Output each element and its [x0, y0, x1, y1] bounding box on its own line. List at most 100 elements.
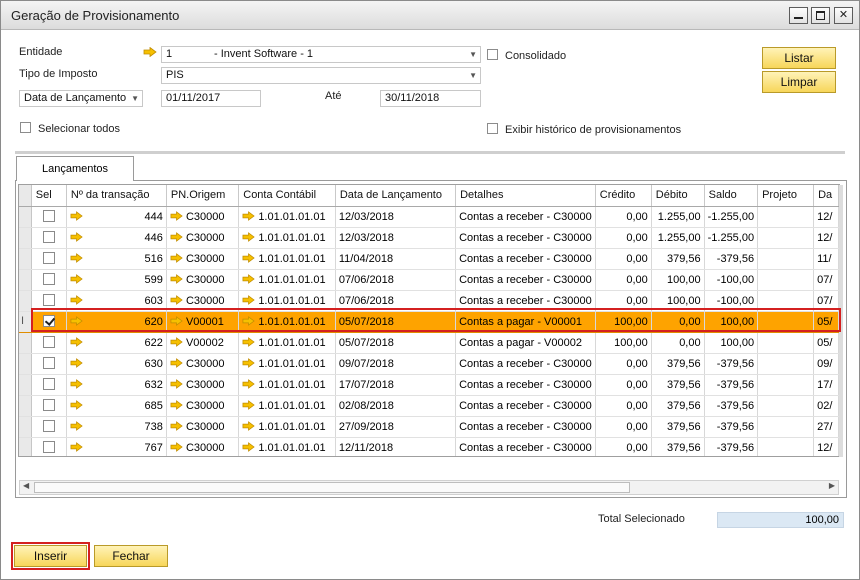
- arrow-right-icon[interactable]: [70, 337, 83, 347]
- chevron-down-icon[interactable]: ▼: [131, 91, 139, 106]
- row-header[interactable]: [19, 332, 32, 354]
- sel-cell[interactable]: [31, 227, 67, 249]
- arrow-right-icon[interactable]: [70, 358, 83, 368]
- row-checkbox[interactable]: [42, 210, 55, 222]
- row-checkbox[interactable]: [42, 336, 55, 348]
- sel-cell[interactable]: [31, 353, 67, 375]
- column-header[interactable]: Detalhes: [455, 185, 596, 207]
- fechar-button[interactable]: Fechar: [94, 545, 168, 567]
- arrow-right-icon[interactable]: [242, 211, 255, 221]
- column-header[interactable]: Conta Contábil: [238, 185, 336, 207]
- table-row[interactable]: 738 C30000 1.01.01.01.01 27/09/2018 Contas…: [19, 416, 839, 438]
- row-header[interactable]: [19, 437, 32, 456]
- table-row[interactable]: 632 C30000 1.01.01.01.01 17/07/2018 Contas…: [19, 374, 839, 396]
- table-row[interactable]: 516 C30000 1.01.01.01.01 11/04/2018 Contas…: [19, 248, 839, 270]
- arrow-right-icon[interactable]: [242, 358, 255, 368]
- arrow-right-icon[interactable]: [242, 421, 255, 431]
- row-checkbox[interactable]: [42, 273, 55, 285]
- consolidado-checkbox[interactable]: [487, 49, 498, 60]
- scrollbar-thumb[interactable]: [34, 482, 630, 493]
- row-checkbox[interactable]: [42, 441, 55, 453]
- date-from-field[interactable]: 01/11/2017: [161, 90, 261, 107]
- scroll-right-icon[interactable]: ▶: [829, 481, 835, 490]
- table-row[interactable]: 685 C30000 1.01.01.01.01 02/08/2018 Contas…: [19, 395, 839, 417]
- arrow-right-icon[interactable]: [70, 400, 83, 410]
- arrow-right-icon[interactable]: [70, 211, 83, 221]
- row-checkbox[interactable]: [42, 252, 55, 264]
- sel-cell[interactable]: [31, 395, 67, 417]
- selecionar-todos-checkbox[interactable]: [20, 122, 31, 133]
- sel-cell[interactable]: [31, 311, 67, 333]
- arrow-right-icon[interactable]: [242, 253, 255, 263]
- arrow-right-icon[interactable]: [170, 211, 183, 221]
- historico-checkbox[interactable]: [487, 123, 498, 134]
- column-header[interactable]: Data de Lançamento: [335, 185, 457, 207]
- sel-cell[interactable]: [31, 437, 67, 456]
- column-header[interactable]: Projeto: [757, 185, 815, 207]
- arrow-right-icon[interactable]: [170, 295, 183, 305]
- minimize-button[interactable]: [789, 7, 808, 24]
- row-header[interactable]: [19, 269, 32, 291]
- date-to-field[interactable]: 30/11/2018: [380, 90, 481, 107]
- row-header[interactable]: [19, 290, 32, 312]
- arrow-right-icon[interactable]: [170, 421, 183, 431]
- column-header[interactable]: Crédito: [595, 185, 652, 207]
- arrow-right-icon[interactable]: [70, 316, 83, 326]
- arrow-right-icon[interactable]: [170, 379, 183, 389]
- arrow-right-icon[interactable]: [70, 232, 83, 242]
- sel-cell[interactable]: [31, 248, 67, 270]
- arrow-right-icon[interactable]: [170, 232, 183, 242]
- limpar-button[interactable]: Limpar: [762, 71, 836, 93]
- arrow-right-icon[interactable]: [170, 337, 183, 347]
- chevron-down-icon[interactable]: ▼: [469, 47, 477, 62]
- table-row[interactable]: 603 C30000 1.01.01.01.01 07/06/2018 Contas…: [19, 290, 839, 312]
- arrow-right-icon[interactable]: [170, 358, 183, 368]
- column-header[interactable]: PN.Origem: [166, 185, 240, 207]
- inserir-button[interactable]: Inserir: [11, 542, 90, 570]
- scroll-left-icon[interactable]: ◀: [23, 481, 29, 490]
- row-checkbox[interactable]: [42, 420, 55, 432]
- column-header[interactable]: Saldo: [704, 185, 759, 207]
- row-header[interactable]: [19, 206, 32, 228]
- sel-cell[interactable]: [31, 416, 67, 438]
- arrow-right-icon[interactable]: [242, 232, 255, 242]
- tab-lancamentos[interactable]: Lançamentos: [16, 156, 134, 181]
- table-row[interactable]: 630 C30000 1.01.01.01.01 09/07/2018 Contas…: [19, 353, 839, 375]
- table-row[interactable]: 446 C30000 1.01.01.01.01 12/03/2018 Contas…: [19, 227, 839, 249]
- date-filter-select[interactable]: Data de Lançamento ▼: [19, 90, 143, 107]
- sel-cell[interactable]: [31, 290, 67, 312]
- row-header[interactable]: [19, 374, 32, 396]
- arrow-right-icon[interactable]: [70, 274, 83, 284]
- table-row[interactable]: 444 C30000 1.01.01.01.01 12/03/2018 Contas…: [19, 206, 839, 228]
- panel-splitter[interactable]: [15, 151, 845, 154]
- sel-cell[interactable]: [31, 332, 67, 354]
- arrow-right-icon[interactable]: [70, 379, 83, 389]
- row-header[interactable]: [19, 353, 32, 375]
- arrow-right-icon[interactable]: [70, 253, 83, 263]
- row-checkbox[interactable]: [42, 399, 55, 411]
- chevron-down-icon[interactable]: ▼: [469, 68, 477, 83]
- listar-button[interactable]: Listar: [762, 47, 836, 69]
- arrow-right-icon[interactable]: [242, 316, 255, 326]
- entidade-field[interactable]: 1 - Invent Software - 1 ▼: [161, 46, 481, 63]
- arrow-right-icon[interactable]: [242, 400, 255, 410]
- close-button[interactable]: ✕: [834, 7, 853, 24]
- tipo-imposto-field[interactable]: PIS ▼: [161, 67, 481, 84]
- arrow-right-icon[interactable]: [170, 274, 183, 284]
- maximize-button[interactable]: [811, 7, 830, 24]
- table-row[interactable]: 767 C30000 1.01.01.01.01 12/11/2018 Contas…: [19, 437, 839, 456]
- arrow-right-icon[interactable]: [242, 379, 255, 389]
- row-header[interactable]: [19, 248, 32, 270]
- column-header[interactable]: Da: [813, 185, 839, 207]
- row-checkbox[interactable]: [42, 378, 55, 390]
- row-header[interactable]: [19, 227, 32, 249]
- row-checkbox[interactable]: [42, 231, 55, 243]
- row-header[interactable]: [19, 395, 32, 417]
- row-checkbox[interactable]: [42, 315, 55, 327]
- table-row[interactable]: 599 C30000 1.01.01.01.01 07/06/2018 Contas…: [19, 269, 839, 291]
- arrow-right-icon[interactable]: [143, 47, 157, 57]
- column-header[interactable]: Sel: [31, 185, 67, 207]
- arrow-right-icon[interactable]: [170, 442, 183, 452]
- row-checkbox[interactable]: [42, 357, 55, 369]
- arrow-right-icon[interactable]: [242, 442, 255, 452]
